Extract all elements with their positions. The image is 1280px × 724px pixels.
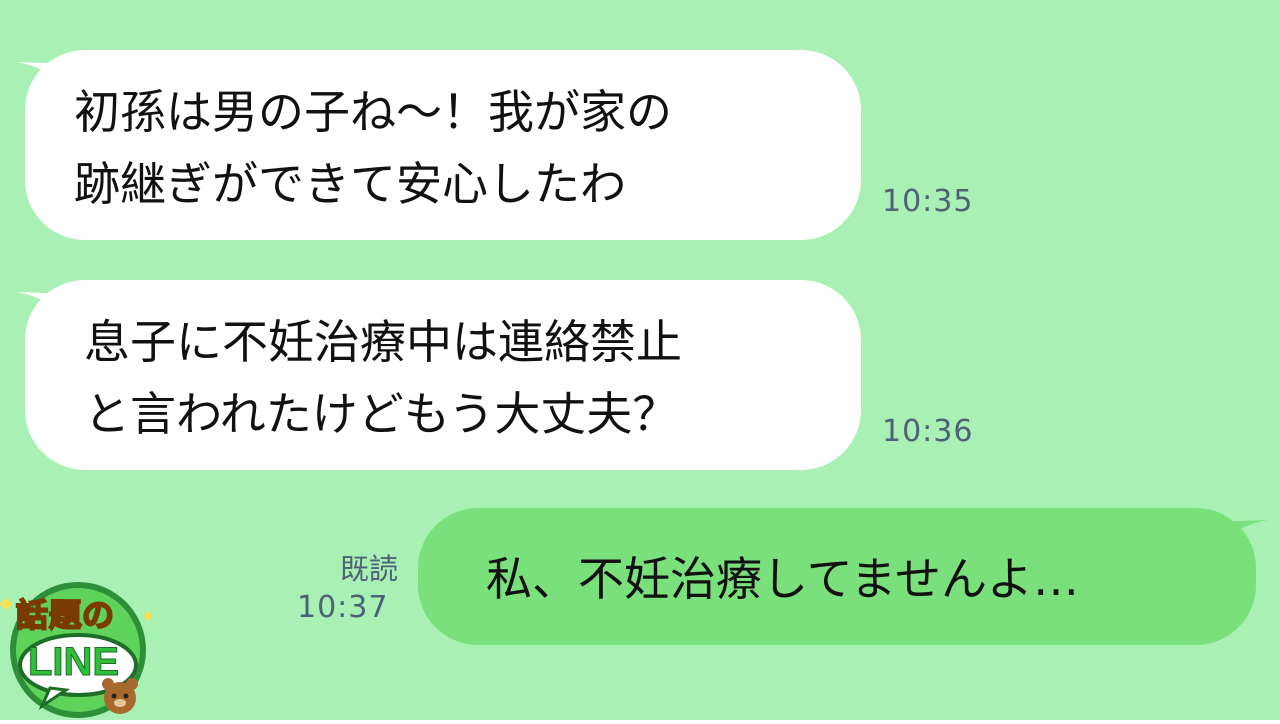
message-text-line: 跡継ぎができて安心したわ xyxy=(74,157,626,211)
message-text-line: 息子に不妊治療中は連絡禁止 xyxy=(84,315,682,369)
logo-subtitle: 話題の xyxy=(15,595,116,635)
message-timestamp: 10:35 xyxy=(882,184,974,219)
logo-title: LINE xyxy=(27,640,120,685)
channel-logo: 話題の LINE xyxy=(0,570,160,720)
message-text-line: 私、不妊治療してませんよ… xyxy=(486,552,1079,606)
message-timestamp: 10:37 xyxy=(297,590,389,625)
message-text-line: と言われたけどもう大丈夫？ xyxy=(84,387,679,441)
read-receipt-label: 既読 xyxy=(339,552,398,586)
message-text-line: 初孫は男の子ね〜！我が家の xyxy=(74,85,672,139)
message-timestamp: 10:36 xyxy=(882,414,974,449)
